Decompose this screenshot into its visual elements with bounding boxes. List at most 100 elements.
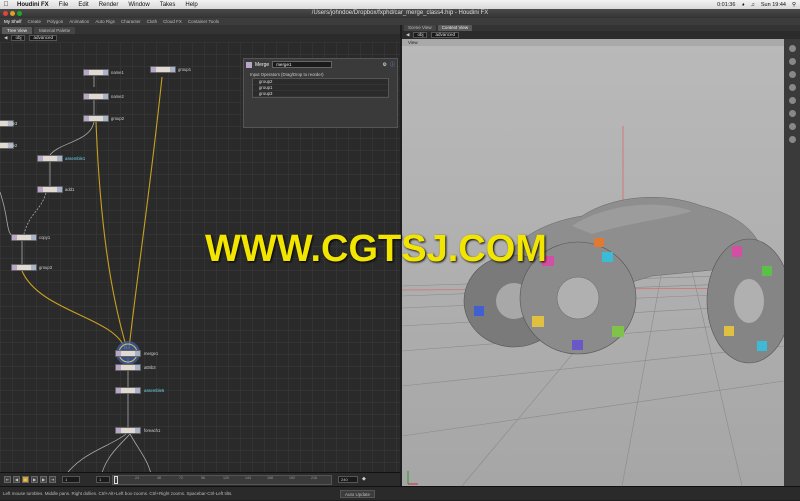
menu-render[interactable]: Render (94, 2, 124, 8)
shelf-tab-polygon[interactable]: Polygon (47, 18, 63, 25)
tick-label: 192 (289, 476, 295, 480)
path-advanced[interactable]: advanced (29, 35, 58, 41)
current-frame-field[interactable]: 1 (96, 476, 110, 483)
node-group3[interactable] (11, 264, 37, 271)
shelf-tab-cloud-fx[interactable]: Cloud FX (163, 18, 182, 25)
watermark-text: WWW.CGTSJ.COM (205, 228, 547, 270)
display-option-icon[interactable] (788, 58, 796, 65)
tab-tree-view[interactable]: Tree View (2, 27, 33, 34)
wifi-icon[interactable]: ◕ (741, 2, 744, 8)
wire (0, 191, 15, 238)
menu-window[interactable]: Window (123, 2, 154, 8)
uv-patch (474, 306, 484, 316)
node-label-attrib3: attrib3 (144, 365, 156, 370)
node-assemble5[interactable] (115, 387, 141, 394)
uv-patch (762, 266, 772, 276)
volume-icon[interactable]: ♫ (751, 2, 755, 8)
param-section-label: Input Operators (Drag/Drop to reorder) (250, 72, 324, 77)
node-label-fuse3: fuse3 (7, 121, 18, 126)
menu-edit[interactable]: Edit (73, 2, 93, 8)
wire (49, 121, 95, 156)
clock[interactable]: Sun 19:44 (761, 2, 786, 8)
param-node-type: Merge (255, 61, 270, 68)
node-attrib3[interactable] (115, 364, 141, 371)
node-add1[interactable] (37, 186, 63, 193)
menu-file[interactable]: File (54, 2, 74, 8)
shelf-tab-container-tools[interactable]: Container Tools (188, 18, 219, 25)
tab-material-palette[interactable]: Material Palette (34, 27, 76, 34)
start-frame-field[interactable]: 1 (62, 476, 80, 483)
auto-update-button[interactable]: Auto Update (340, 490, 376, 498)
search-icon[interactable]: ⚲ (792, 2, 796, 8)
node-label-copy1: copy1 (39, 235, 51, 240)
play-icon[interactable]: ▶ (31, 476, 38, 483)
end-frame-field[interactable]: 240 (338, 476, 358, 483)
shelf-tab-cloth[interactable]: Cloth (147, 18, 158, 25)
display-option-icon[interactable] (788, 84, 796, 91)
scene-path-advanced[interactable]: advanced (431, 32, 460, 38)
time-slider-handle[interactable] (114, 476, 118, 484)
step-back-icon[interactable]: ◀ (13, 476, 20, 483)
wire-highlight (21, 270, 126, 350)
display-option-icon[interactable] (788, 45, 796, 52)
uv-patch (757, 341, 767, 351)
node-group2[interactable] (83, 115, 109, 122)
path-obj[interactable]: obj (11, 35, 26, 41)
node-merge1[interactable] (115, 350, 141, 357)
merge-sop-icon (246, 61, 252, 68)
display-option-icon[interactable] (788, 71, 796, 78)
back-icon[interactable]: ◀ (4, 35, 7, 41)
jump-start-icon[interactable]: ⇤ (4, 476, 11, 483)
node-assemble1[interactable] (37, 155, 63, 162)
node-label-name2: name2 (111, 94, 124, 99)
shelf-tab-auto-rigs[interactable]: Auto Rigs (95, 18, 115, 25)
shelf-tab-create[interactable]: Create (28, 18, 42, 25)
input-operator-item[interactable]: group3 (253, 91, 388, 97)
shelf-tab-my-shelf[interactable]: My Shelf (4, 18, 22, 25)
node-group1[interactable] (150, 66, 176, 73)
step-forward-icon[interactable]: ▶ (40, 476, 47, 483)
uv-patch (724, 326, 734, 336)
tick-label: 24 (135, 476, 139, 480)
help-icon[interactable]: ⓘ (390, 61, 395, 68)
node-name1[interactable] (83, 69, 109, 76)
minimize-icon[interactable] (10, 11, 15, 16)
viewport-header: View (402, 39, 784, 46)
node-label-name1: name1 (111, 70, 124, 75)
scene-path-bar: ◀ obj advanced (402, 31, 800, 39)
shelf-tab-character[interactable]: Character (121, 18, 141, 25)
menu-help[interactable]: Help (180, 2, 202, 8)
tick-label: 216 (311, 476, 317, 480)
node-copy1[interactable] (11, 234, 37, 241)
node-label-assemble1: assemble1 (65, 156, 86, 161)
window-titlebar: /Users/johndoe/Dropbox/fxphd/car_merge_c… (0, 9, 800, 18)
display-option-icon[interactable] (788, 97, 796, 104)
zoom-icon[interactable] (17, 11, 22, 16)
timeline-ruler[interactable]: 1 24 48 72 96 120 144 168 192 216 (112, 475, 332, 485)
stop-icon[interactable]: ■ (22, 476, 29, 483)
wheel-front-hub (556, 276, 600, 320)
menu-takes[interactable]: Takes (155, 2, 181, 8)
apple-icon[interactable]:  (0, 1, 12, 8)
viewport-label[interactable]: View (408, 40, 418, 45)
menu-app-name[interactable]: Houdini FX (12, 2, 54, 8)
display-option-icon[interactable] (788, 123, 796, 130)
jump-end-icon[interactable]: ⇥ (49, 476, 56, 483)
wire-highlight (95, 121, 128, 350)
display-option-icon[interactable] (788, 136, 796, 143)
close-icon[interactable] (3, 11, 8, 16)
network-path-bar: ◀ obj advanced (0, 34, 400, 42)
display-option-icon[interactable] (788, 110, 796, 117)
gear-icon[interactable]: ⚙ (383, 62, 387, 68)
node-name2[interactable] (83, 93, 109, 100)
key-icon[interactable]: ◆ (362, 476, 366, 482)
node-label-group1: group1 (178, 67, 192, 72)
shelf-tab-animation[interactable]: Animation (69, 18, 89, 25)
node-foreach1[interactable] (115, 427, 141, 434)
status-bar: Left mouse tumbles. Middle pans. Right d… (0, 486, 800, 500)
uv-patch (602, 252, 613, 262)
param-node-name-field[interactable]: merge1 (272, 61, 333, 68)
back-icon[interactable]: ◀ (406, 32, 409, 38)
input-operator-list[interactable]: group2 group1 group3 (252, 78, 389, 98)
scene-path-obj[interactable]: obj (413, 32, 428, 38)
